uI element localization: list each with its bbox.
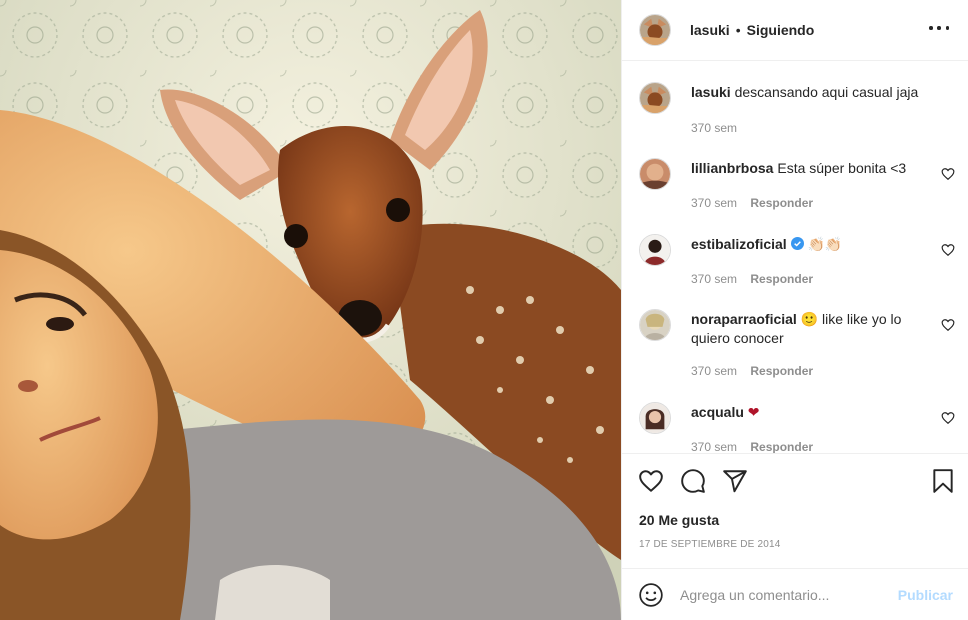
follow-status-button[interactable]: Siguiendo bbox=[747, 22, 815, 38]
comment-avatar[interactable] bbox=[639, 402, 671, 434]
reply-button[interactable]: Responder bbox=[750, 196, 813, 210]
comment-avatar[interactable] bbox=[639, 158, 671, 190]
comment-like-heart-icon[interactable] bbox=[941, 167, 955, 181]
comment-text: ❤ bbox=[747, 404, 760, 420]
comment-like-heart-icon[interactable] bbox=[941, 318, 955, 332]
comment-avatar[interactable] bbox=[639, 234, 671, 266]
caption-username[interactable]: lasuki bbox=[691, 84, 731, 100]
post-container: lasuki • Siguiendo lasuki descansando aq… bbox=[0, 0, 968, 620]
comment-text: 👏🏻👏🏻 bbox=[807, 236, 843, 252]
caption-text: descansando aqui casual jaja bbox=[734, 84, 919, 100]
caption-time[interactable]: 370 sem bbox=[691, 121, 737, 135]
emoji-smiley-icon[interactable] bbox=[638, 582, 664, 608]
comment-username[interactable]: noraparraoficial bbox=[691, 311, 797, 327]
comment-meta: 370 sem Responder bbox=[691, 196, 813, 210]
post-header: lasuki • Siguiendo bbox=[622, 0, 968, 61]
post-date[interactable]: 17 DE SEPTIEMBRE DE 2014 bbox=[639, 539, 781, 550]
action-icons bbox=[638, 468, 764, 494]
comment-meta: 370 sem Responder bbox=[691, 364, 813, 378]
comment-meta: 370 sem Responder bbox=[691, 272, 813, 286]
side-panel: lasuki • Siguiendo lasuki descansando aq… bbox=[621, 0, 968, 620]
comment-time[interactable]: 370 sem bbox=[691, 196, 737, 210]
comment-input[interactable] bbox=[680, 586, 880, 603]
comment-bubble-icon[interactable] bbox=[680, 468, 706, 494]
reply-button[interactable]: Responder bbox=[750, 440, 813, 453]
caption-avatar[interactable] bbox=[639, 82, 671, 114]
reply-button[interactable]: Responder bbox=[750, 272, 813, 286]
caption-body: lasuki descansando aqui casual jaja bbox=[691, 83, 931, 102]
comment-body: lillianbrbosa Esta súper bonita <3 bbox=[691, 159, 931, 178]
author-avatar[interactable] bbox=[639, 14, 671, 46]
caption-meta: 370 sem bbox=[691, 121, 737, 135]
comment-body: estibalizoficial 👏🏻👏🏻 bbox=[691, 235, 931, 254]
share-paper-plane-icon[interactable] bbox=[722, 468, 748, 494]
likes-count[interactable]: 20 Me gusta bbox=[639, 512, 719, 528]
comment-time[interactable]: 370 sem bbox=[691, 364, 737, 378]
author-username[interactable]: lasuki bbox=[690, 22, 730, 38]
reply-button[interactable]: Responder bbox=[750, 364, 813, 378]
comment-meta: 370 sem Responder bbox=[691, 440, 813, 453]
comments-list[interactable]: lasuki descansando aqui casual jaja 370 … bbox=[622, 61, 968, 453]
comment-body: noraparraoficial 🙂 like like yo lo quier… bbox=[691, 310, 931, 348]
comment-time[interactable]: 370 sem bbox=[691, 440, 737, 453]
comment-username[interactable]: lillianbrbosa bbox=[691, 160, 773, 176]
like-heart-icon[interactable] bbox=[638, 468, 664, 494]
add-comment-bar: Publicar bbox=[622, 568, 968, 620]
comment-username[interactable]: acqualu bbox=[691, 404, 744, 420]
comment-body: acqualu ❤ bbox=[691, 403, 931, 422]
verified-badge-icon bbox=[790, 237, 804, 250]
save-bookmark-icon[interactable] bbox=[930, 468, 956, 494]
publish-button[interactable]: Publicar bbox=[898, 587, 953, 603]
post-photo-image bbox=[0, 0, 621, 620]
post-photo[interactable] bbox=[0, 0, 621, 620]
header-separator: • bbox=[735, 22, 741, 38]
comment-avatar[interactable] bbox=[639, 309, 671, 341]
comment-like-heart-icon[interactable] bbox=[941, 243, 955, 257]
comment-time[interactable]: 370 sem bbox=[691, 272, 737, 286]
comment-text: Esta súper bonita <3 bbox=[777, 160, 907, 176]
action-bar: 20 Me gusta 17 DE SEPTIEMBRE DE 2014 bbox=[622, 453, 968, 568]
comment-like-heart-icon[interactable] bbox=[941, 411, 955, 425]
more-options-icon[interactable] bbox=[929, 18, 949, 38]
comment-username[interactable]: estibalizoficial bbox=[691, 236, 787, 252]
